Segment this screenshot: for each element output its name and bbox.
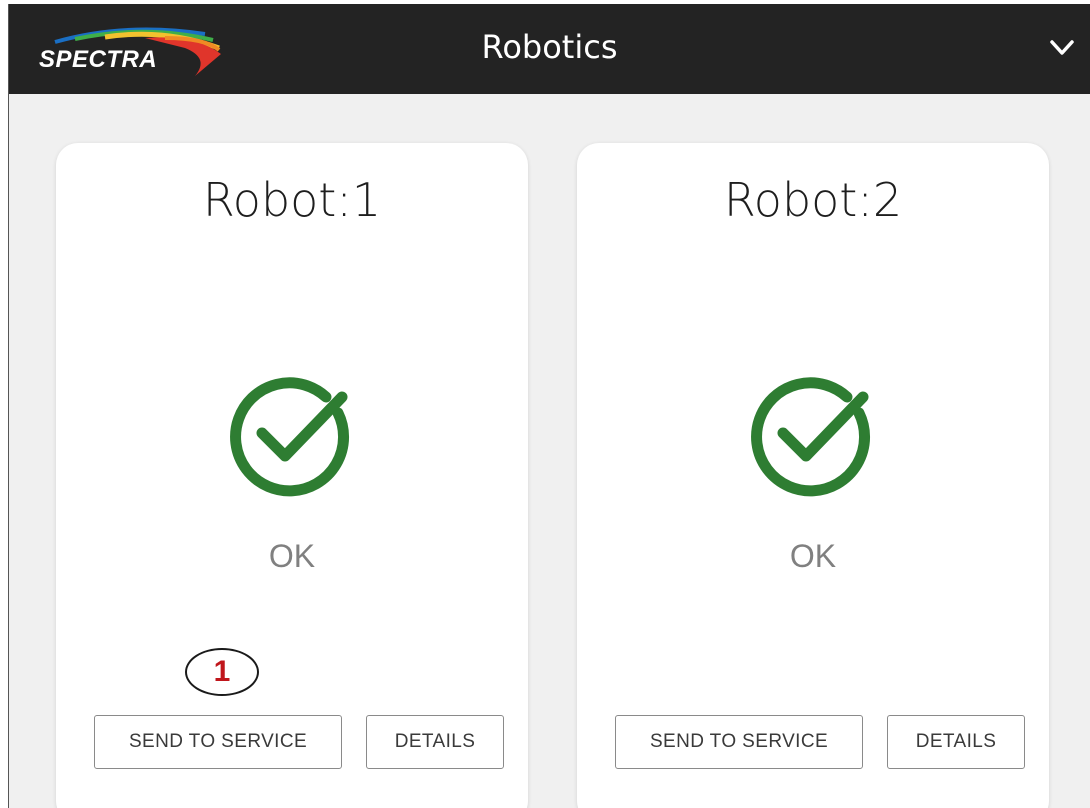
- robot-card-2: Robot:2 OK SEND TO SERVICE DETAILS: [577, 143, 1049, 808]
- send-to-service-button[interactable]: SEND TO SERVICE: [94, 715, 342, 769]
- check-circle-icon: [230, 373, 354, 497]
- top-header: SPECTRA Robotics: [9, 4, 1090, 94]
- page-title: Robotics: [481, 28, 618, 66]
- details-button[interactable]: DETAILS: [887, 715, 1025, 769]
- details-button[interactable]: DETAILS: [366, 715, 504, 769]
- send-to-service-button[interactable]: SEND TO SERVICE: [615, 715, 863, 769]
- status-text: OK: [789, 538, 837, 574]
- status-text: OK: [268, 538, 316, 574]
- chevron-down-icon[interactable]: [1048, 36, 1076, 60]
- robot-title: Robot:1: [202, 173, 382, 227]
- check-circle-icon: [751, 373, 875, 497]
- robot-card-1: Robot:1 OK 1 SEND TO SERVICE DETAILS: [56, 143, 528, 808]
- robotics-page: SPECTRA Robotics Robot:1 OK 1 SEND TO SE…: [8, 4, 1090, 808]
- robot-title: Robot:2: [723, 173, 903, 227]
- callout-marker: 1: [185, 648, 259, 696]
